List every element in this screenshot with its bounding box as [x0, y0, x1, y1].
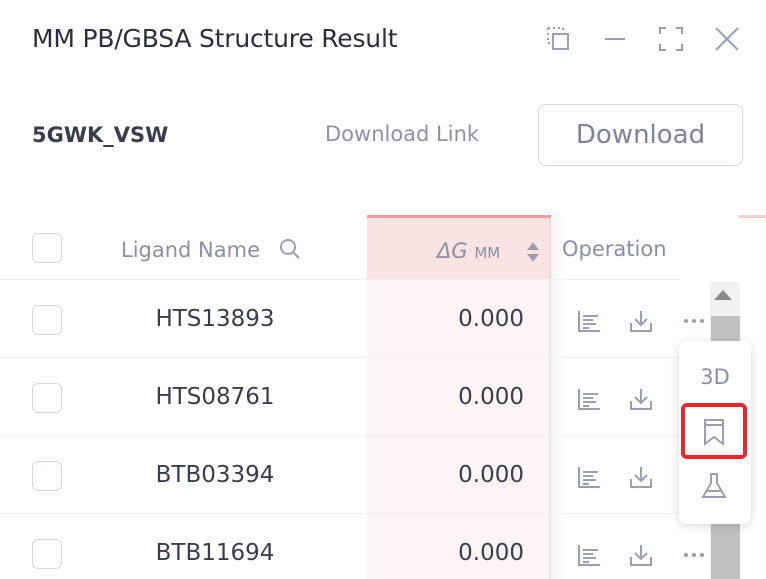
bookmark-icon[interactable]: [701, 417, 727, 451]
row-checkbox[interactable]: [32, 539, 62, 569]
more-icon[interactable]: [680, 541, 708, 569]
minimize-button[interactable]: [600, 24, 630, 54]
close-button[interactable]: [712, 24, 742, 54]
row-divider: [0, 435, 680, 436]
delta-g-cell: 0.000: [458, 462, 524, 488]
download-icon[interactable]: [627, 541, 655, 569]
row-divider: [0, 513, 680, 514]
scroll-up-arrow-icon[interactable]: [714, 290, 732, 300]
delta-g-label: ΔG: [437, 239, 468, 263]
close-icon: [715, 27, 739, 51]
more-icon[interactable]: [680, 307, 708, 335]
flask-icon[interactable]: [700, 471, 728, 505]
restore-button[interactable]: [544, 24, 574, 54]
bar-chart-icon[interactable]: [575, 463, 603, 491]
dialog-title: MM PB/GBSA Structure Result: [32, 24, 398, 53]
ligand-name-cell: BTB11694: [155, 540, 275, 566]
row-divider: [0, 357, 680, 358]
download-icon[interactable]: [627, 307, 655, 335]
row-divider: [0, 279, 680, 280]
operation-header: Operation: [562, 237, 667, 261]
download-button[interactable]: Download: [538, 104, 743, 166]
row-checkbox[interactable]: [32, 461, 62, 491]
maximize-icon: [659, 27, 683, 51]
delta-g-cell: 0.000: [458, 306, 524, 332]
view-3d-option[interactable]: 3D: [679, 365, 751, 389]
delta-g-subscript: MM: [474, 244, 501, 262]
ligand-name-cell: BTB03394: [155, 462, 275, 488]
bar-chart-icon[interactable]: [575, 385, 603, 413]
more-actions-popup: 3D: [679, 341, 751, 524]
delta-g-cell: 0.000: [458, 384, 524, 410]
ligand-name-cell: HTS13893: [155, 306, 275, 332]
results-table: Ligand Name ΔG MM Operation HTS13893 0.0…: [0, 215, 766, 579]
select-all-checkbox[interactable]: [32, 233, 62, 263]
download-icon[interactable]: [627, 385, 655, 413]
bar-chart-icon[interactable]: [575, 307, 603, 335]
download-icon[interactable]: [627, 463, 655, 491]
restore-icon: [547, 27, 569, 50]
fixed-column-shadow: [549, 215, 565, 579]
search-icon[interactable]: [278, 237, 302, 265]
header-edge: [739, 215, 766, 218]
minimize-icon: [605, 38, 625, 40]
delta-g-cell: 0.000: [458, 540, 524, 566]
structure-name: 5GWK_VSW: [32, 123, 169, 147]
row-checkbox[interactable]: [32, 383, 62, 413]
ligand-name-header: Ligand Name: [121, 238, 261, 262]
ligand-name-cell: HTS08761: [155, 384, 275, 410]
download-link[interactable]: Download Link: [325, 122, 479, 146]
delta-g-header[interactable]: ΔG MM: [437, 239, 500, 263]
bar-chart-icon[interactable]: [575, 541, 603, 569]
maximize-button[interactable]: [656, 24, 686, 54]
sort-icon[interactable]: [526, 240, 540, 268]
row-checkbox[interactable]: [32, 305, 62, 335]
